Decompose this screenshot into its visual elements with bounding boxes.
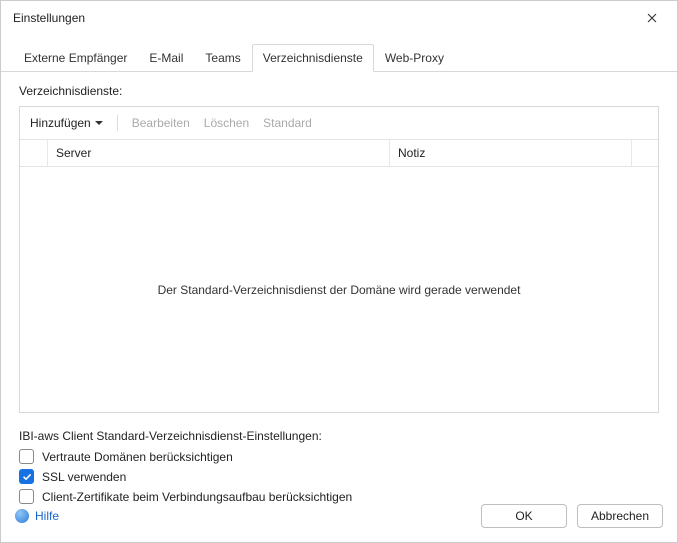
checkbox-label: Vertraute Domänen berücksichtigen <box>42 450 233 464</box>
tab-externe-empfaenger[interactable]: Externe Empfänger <box>13 44 138 72</box>
tab-verzeichnisdienste[interactable]: Verzeichnisdienste <box>252 44 374 72</box>
add-button-label: Hinzufügen <box>30 116 91 130</box>
close-icon <box>647 13 657 23</box>
help-label: Hilfe <box>35 509 59 523</box>
checkbox-ssl[interactable]: SSL verwenden <box>19 469 659 484</box>
cancel-button[interactable]: Abbrechen <box>577 504 663 528</box>
toolbar: Hinzufügen Bearbeiten Löschen Standard <box>20 107 658 139</box>
default-button[interactable]: Standard <box>263 116 312 130</box>
checkbox-trusted-domains[interactable]: Vertraute Domänen berücksichtigen <box>19 449 659 464</box>
titlebar: Einstellungen <box>1 1 677 35</box>
directory-panel: Hinzufügen Bearbeiten Löschen Standard S… <box>19 106 659 413</box>
default-settings-block: IBI-aws Client Standard-Verzeichnisdiens… <box>19 429 659 504</box>
close-button[interactable] <box>637 6 667 30</box>
window-title: Einstellungen <box>13 11 85 25</box>
section-label: Verzeichnisdienste: <box>19 84 659 98</box>
add-button[interactable]: Hinzufügen <box>30 116 103 130</box>
column-server[interactable]: Server <box>48 140 390 166</box>
tab-email[interactable]: E-Mail <box>138 44 194 72</box>
chevron-down-icon <box>95 121 103 125</box>
empty-state-message: Der Standard-Verzeichnisdienst der Domän… <box>158 283 521 297</box>
ok-button[interactable]: OK <box>481 504 567 528</box>
column-note[interactable]: Notiz <box>390 140 632 166</box>
help-link[interactable]: Hilfe <box>15 509 59 523</box>
tab-bar: Externe Empfänger E-Mail Teams Verzeichn… <box>1 43 677 72</box>
table-body: Der Standard-Verzeichnisdienst der Domän… <box>20 167 658 412</box>
edit-button[interactable]: Bearbeiten <box>132 116 190 130</box>
tab-content: Verzeichnisdienste: Hinzufügen Bearbeite… <box>1 72 677 504</box>
tab-teams[interactable]: Teams <box>194 44 251 72</box>
tab-web-proxy[interactable]: Web-Proxy <box>374 44 455 72</box>
settings-heading: IBI-aws Client Standard-Verzeichnisdiens… <box>19 429 659 443</box>
toolbar-separator <box>117 115 118 131</box>
footer-buttons: OK Abbrechen <box>481 504 663 528</box>
settings-dialog: { "window": { "title": "Einstellungen" }… <box>1 1 677 542</box>
delete-button[interactable]: Löschen <box>204 116 249 130</box>
checkbox-icon <box>19 449 34 464</box>
dialog-footer: Hilfe OK Abbrechen <box>1 494 677 542</box>
help-icon <box>15 509 29 523</box>
checkbox-label: SSL verwenden <box>42 470 126 484</box>
column-checkbox[interactable] <box>20 140 48 166</box>
table-header: Server Notiz <box>20 139 658 167</box>
checkbox-icon <box>19 469 34 484</box>
column-end <box>632 140 658 166</box>
